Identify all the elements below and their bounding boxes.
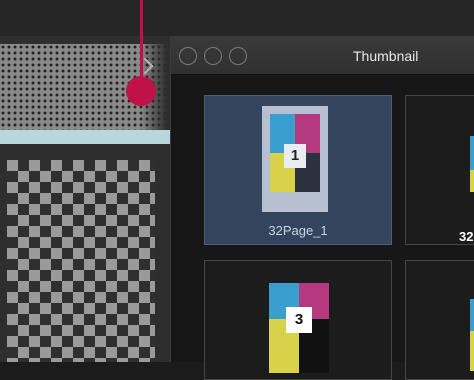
minimize-window-button[interactable] <box>204 47 222 65</box>
callout-marker <box>126 76 156 106</box>
page-number: 1 <box>284 144 306 168</box>
thumbnail-label: 32Page_1 <box>268 223 328 238</box>
thumbnail-tile[interactable]: 32 <box>405 95 474 245</box>
page-number: 3 <box>286 307 312 333</box>
window-titlebar[interactable]: Thumbnail <box>171 36 474 75</box>
page-thumbnail: 1 <box>262 106 328 212</box>
close-window-button[interactable] <box>179 47 197 65</box>
thumbnail-tile[interactable]: 3 <box>204 260 392 380</box>
thumbnail-tile[interactable]: 1 32Page_1 <box>204 95 392 245</box>
page-thumbnail-edge <box>470 299 474 331</box>
callout-line <box>140 0 143 86</box>
zoom-window-button[interactable] <box>229 47 247 65</box>
transparency-checkerboard <box>7 160 155 362</box>
thumbnail-tile[interactable] <box>405 260 474 380</box>
thumbnail-window: Thumbnail 1 32Page_1 32 3 <box>170 36 474 380</box>
thumbnail-grid: 1 32Page_1 32 3 <box>171 75 474 380</box>
top-bar <box>0 0 474 36</box>
thumbnail-label: 32 <box>459 229 474 244</box>
page-thumbnail: 3 <box>269 283 329 373</box>
selection-bar <box>0 130 170 144</box>
window-title: Thumbnail <box>353 48 419 64</box>
